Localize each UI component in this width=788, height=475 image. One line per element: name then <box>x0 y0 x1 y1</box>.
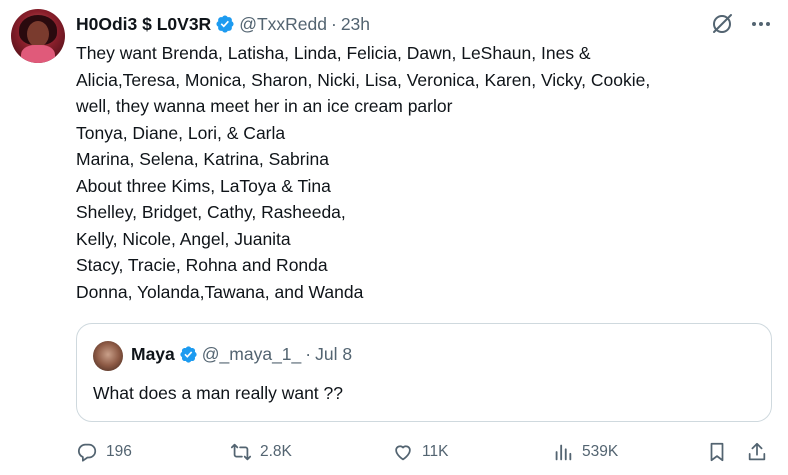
tweet-line: Marina, Selena, Katrina, Sabrina <box>76 149 329 169</box>
views-icon <box>555 444 572 461</box>
like-button[interactable]: 11K <box>392 438 448 466</box>
grok-icon[interactable] <box>710 12 734 36</box>
tweet-actions: 196 2.8K 11K 539K <box>0 438 788 466</box>
verified-badge-icon[interactable] <box>215 14 235 34</box>
share-icon <box>748 442 766 461</box>
tweet-text: They want Brenda, Latisha, Linda, Felici… <box>76 40 776 305</box>
share-button[interactable] <box>746 438 768 466</box>
reply-icon <box>77 443 97 462</box>
tweet-line: Donna, Yolanda,Tawana, and Wanda <box>76 281 364 302</box>
quoted-author-handle: @_maya_1_ <box>201 344 302 364</box>
avatar-body <box>21 45 55 63</box>
tweet-line: Tonya, Diane, Lori, & Carla <box>76 122 286 143</box>
repost-icon <box>230 443 252 461</box>
tweet-line: They want Brenda, Latisha, Linda, Felici… <box>76 43 591 63</box>
tweet-timestamp[interactable]: 23h <box>341 14 370 35</box>
like-icon <box>395 445 411 461</box>
tweet-line: well, they wanna meet her in an ice crea… <box>76 96 453 116</box>
quoted-tweet-header: Maya @_maya_1_ · Jul 8 <box>131 344 352 365</box>
repost-count: 2.8K <box>260 443 292 460</box>
quoted-tweet-timestamp: Jul 8 <box>315 344 353 364</box>
author-display-name[interactable]: H0Odi3 $ L0V3R <box>76 14 211 35</box>
tweet-line: About three Kims, LaToya & Tina <box>76 175 331 196</box>
quoted-tweet-text: What does a man really want ?? <box>93 383 343 403</box>
tweet-line: Kelly, Nicole, Angel, Juanita <box>76 228 291 249</box>
bookmark-icon <box>710 442 724 462</box>
views-count: 539K <box>582 443 619 460</box>
bookmark-button[interactable] <box>706 438 728 466</box>
tweet-author-avatar[interactable] <box>11 9 65 63</box>
repost-button[interactable]: 2.8K <box>230 438 292 466</box>
avatar-face <box>27 21 49 47</box>
header-separator: · <box>331 13 337 34</box>
tweet-header: H0Odi3 $ L0V3R @TxxRedd · 23h <box>76 13 370 35</box>
tweet-line: Alicia,Teresa, Monica, Sharon, Nicki, Li… <box>76 69 651 90</box>
author-handle[interactable]: @TxxRedd <box>239 14 327 35</box>
tweet-line: Shelley, Bridget, Cathy, Rasheeda, <box>76 202 346 222</box>
quoted-author-avatar[interactable] <box>93 341 123 371</box>
quoted-tweet[interactable]: Maya @_maya_1_ · Jul 8 What does a man r… <box>76 323 772 422</box>
quoted-header-separator: · <box>305 344 312 364</box>
quoted-author-name[interactable]: Maya <box>131 344 175 365</box>
more-icon[interactable] <box>748 12 774 36</box>
verified-badge-icon <box>180 346 197 363</box>
tweet-line: Stacy, Tracie, Rohna and Ronda <box>76 255 328 275</box>
like-count: 11K <box>422 443 449 460</box>
views-button[interactable]: 539K <box>552 438 618 466</box>
reply-count: 196 <box>106 443 132 460</box>
reply-button[interactable]: 196 <box>76 438 132 466</box>
